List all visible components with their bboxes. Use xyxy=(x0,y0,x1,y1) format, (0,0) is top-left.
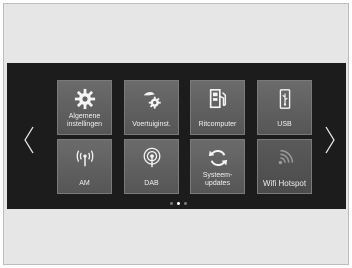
usb-icon xyxy=(274,88,296,110)
gear-icon xyxy=(74,88,96,110)
vehicle-settings-icon xyxy=(141,88,163,110)
previous-page-button[interactable] xyxy=(20,125,38,155)
page-dot-active xyxy=(177,202,180,205)
wifi-icon xyxy=(274,147,296,169)
tile-wifi-hotspot[interactable]: Wifi Hotspot xyxy=(257,139,312,194)
tile-label: USB xyxy=(277,121,292,128)
tile-system-updates[interactable]: Systeem- updates xyxy=(190,139,245,194)
next-page-button[interactable] xyxy=(321,125,339,155)
page-dot xyxy=(184,202,187,205)
antenna-icon xyxy=(74,147,96,169)
tile-label: AM xyxy=(79,180,90,187)
tile-vehicle-settings[interactable]: Voertuiginst. xyxy=(124,80,179,135)
fuel-pump-icon xyxy=(207,88,229,110)
tile-label: Ritcomputer xyxy=(198,121,237,128)
chevron-left-icon xyxy=(24,126,34,154)
tile-trip-computer[interactable]: Ritcomputer xyxy=(190,80,245,135)
tile-am-radio[interactable]: AM xyxy=(57,139,112,194)
dab-icon xyxy=(141,147,163,169)
tile-label: DAB xyxy=(144,180,159,187)
tile-label: Wifi Hotspot xyxy=(262,179,307,188)
app-grid: Algemene instellingen Voertuiginst. Ritc… xyxy=(57,80,312,194)
tile-general-settings[interactable]: Algemene instellingen xyxy=(57,80,112,135)
page-dot xyxy=(170,202,173,205)
tile-label: Algemene instellingen xyxy=(66,113,103,128)
page-indicator xyxy=(170,202,187,205)
tile-usb[interactable]: USB xyxy=(257,80,312,135)
head-unit-screen: Algemene instellingen Voertuiginst. Ritc… xyxy=(7,63,346,209)
tile-label: Voertuiginst. xyxy=(132,121,171,128)
chevron-right-icon xyxy=(325,126,335,154)
refresh-icon xyxy=(207,147,229,169)
tile-dab-radio[interactable]: DAB xyxy=(124,139,179,194)
tile-label: Systeem- updates xyxy=(202,172,233,187)
